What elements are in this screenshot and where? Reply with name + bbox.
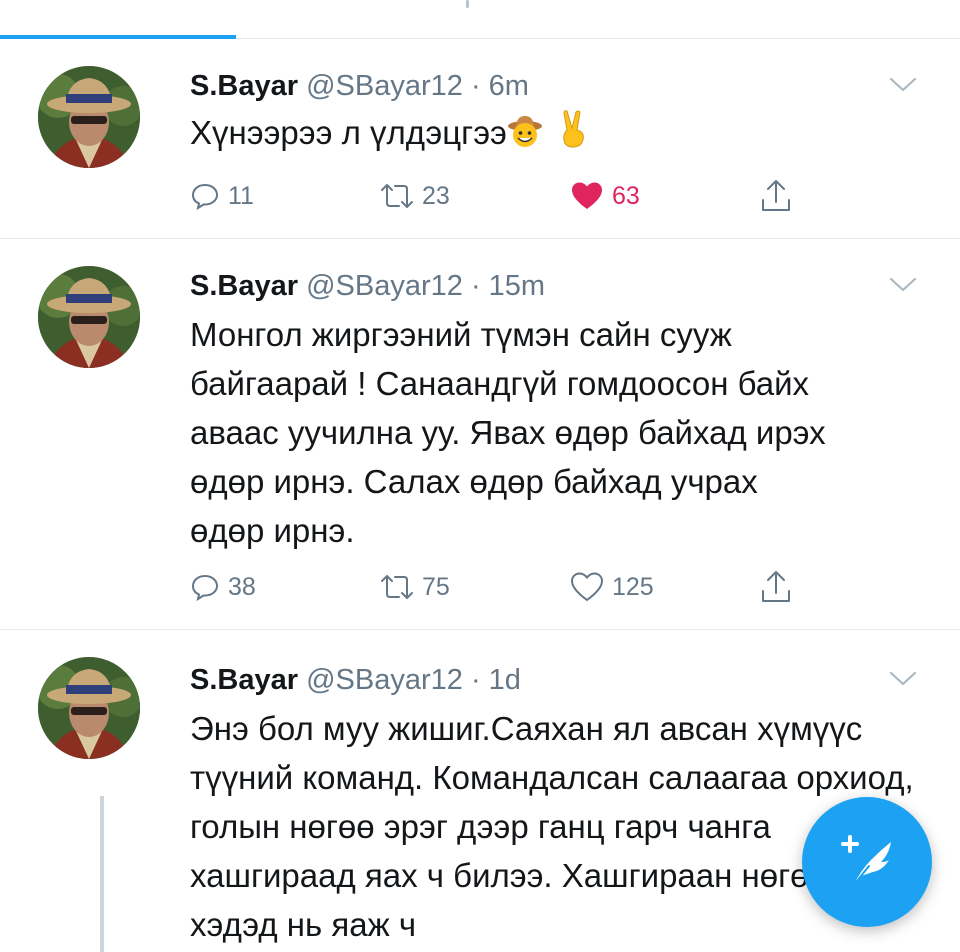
compose-tweet-button[interactable] (802, 797, 932, 927)
tweet-header: S.Bayar @SBayar12 · 6m (190, 69, 529, 103)
share-icon (762, 180, 790, 211)
timestamp[interactable]: 1d (489, 664, 521, 696)
display-name[interactable]: S.Bayar (190, 664, 298, 696)
display-name[interactable]: S.Bayar (190, 270, 298, 302)
chevron-down-icon[interactable] (888, 670, 918, 688)
victory-hand-emoji (558, 110, 588, 161)
avatar[interactable] (38, 266, 140, 368)
timestamp[interactable]: 15m (489, 270, 545, 302)
display-name[interactable]: S.Bayar (190, 70, 298, 102)
cowboy-face-emoji (507, 112, 543, 161)
tweet-text: Энэ бол муу жишиг.Саяхан ял авсан хүмүүс… (190, 710, 914, 943)
reply-button[interactable]: 11 (190, 176, 254, 216)
tweet-2[interactable]: S.Bayar @SBayar12 · 15m Монгол жиргээний… (0, 239, 960, 630)
retweet-button[interactable]: 23 (380, 176, 450, 216)
reply-button[interactable]: 38 (190, 567, 256, 607)
heart-filled-icon (572, 182, 602, 209)
like-count: 125 (612, 572, 654, 601)
tab-bar (0, 0, 960, 39)
retweet-count: 75 (422, 572, 450, 601)
reply-icon (191, 574, 219, 602)
avatar[interactable] (38, 657, 140, 759)
retweet-icon (381, 575, 413, 599)
tweet-3[interactable]: S.Bayar @SBayar12 · 1d Энэ бол муу жишиг… (0, 630, 960, 952)
tab-bar-divider (466, 0, 469, 8)
chevron-down-icon[interactable] (888, 76, 918, 94)
reply-count: 11 (228, 181, 254, 210)
handle[interactable]: @SBayar12 (306, 70, 463, 102)
retweet-count: 23 (422, 181, 450, 210)
tweet-header: S.Bayar @SBayar12 · 15m (190, 269, 545, 303)
separator: · (470, 664, 481, 696)
like-button[interactable]: 63 (570, 176, 640, 216)
tweet-actions: 38 75 125 (190, 567, 830, 607)
tweet-header: S.Bayar @SBayar12 · 1d (190, 663, 521, 697)
retweet-button[interactable]: 75 (380, 567, 450, 607)
like-button[interactable]: 125 (570, 567, 654, 607)
tweet-text-content: Хүнээрээ л үлдэцгээ (190, 114, 507, 151)
avatar[interactable] (38, 66, 140, 168)
handle[interactable]: @SBayar12 (306, 664, 463, 696)
handle[interactable]: @SBayar12 (306, 270, 463, 302)
heart-outline-icon (570, 572, 604, 602)
retweet-icon (381, 184, 413, 208)
chevron-down-icon[interactable] (888, 276, 918, 294)
share-button[interactable] (760, 567, 800, 607)
tweet-text: Хүнээрээ л үлдэцгээ (190, 108, 910, 161)
tweet-actions: 11 23 63 (190, 176, 830, 216)
timestamp[interactable]: 6m (489, 70, 529, 102)
reply-count: 38 (228, 572, 256, 601)
tweet-text: Монгол жиргээний түмэн сайн сууж байгаар… (190, 316, 826, 549)
share-icon (762, 571, 790, 602)
tweet-1[interactable]: S.Bayar @SBayar12 · 6m Хүнээрээ л үлдэцг… (0, 39, 960, 239)
reply-icon (191, 183, 219, 211)
compose-tweet-icon (841, 835, 891, 887)
share-button[interactable] (760, 176, 800, 216)
like-count: 63 (612, 181, 640, 210)
thread-connector-line (100, 796, 104, 952)
separator: · (470, 70, 481, 102)
separator: · (470, 270, 481, 302)
